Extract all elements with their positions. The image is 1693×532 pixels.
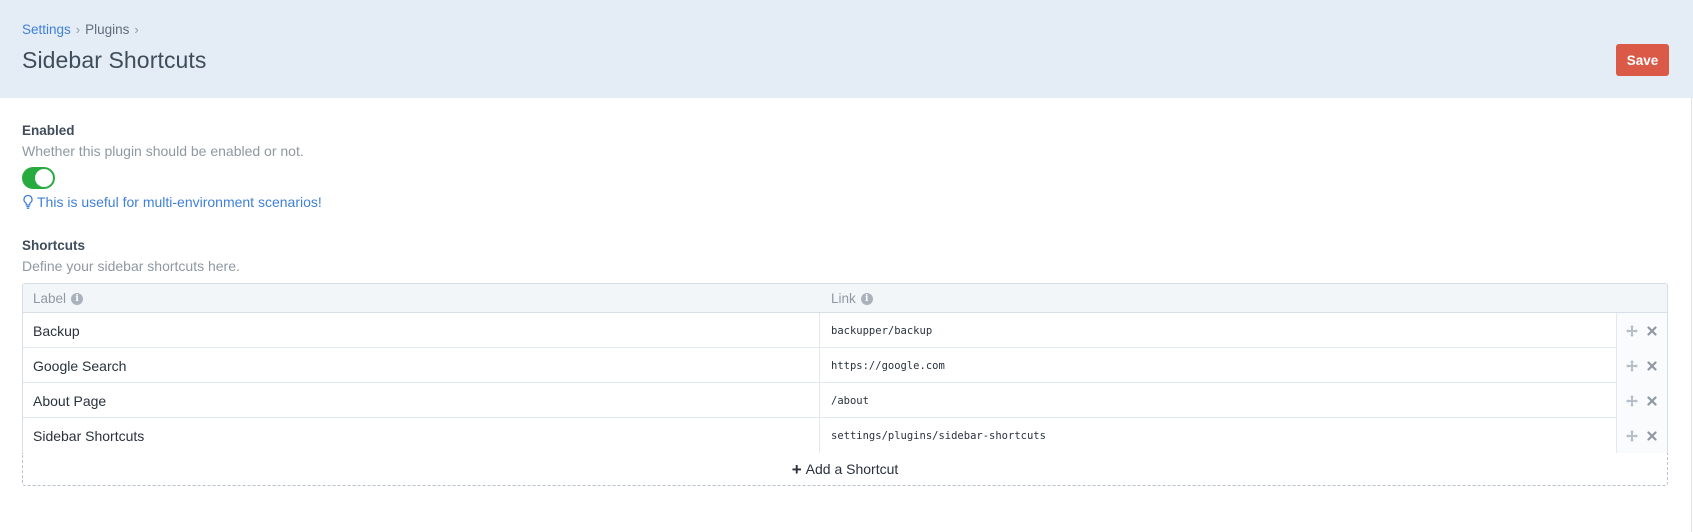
breadcrumb-plugins[interactable]: Plugins [85, 22, 129, 37]
link-cell[interactable]: /about [820, 383, 1617, 418]
link-cell[interactable]: https://google.com [820, 348, 1617, 383]
delete-icon[interactable] [1646, 430, 1658, 442]
table-row: Backup backupper/backup [23, 313, 1667, 348]
move-icon[interactable] [1626, 394, 1638, 407]
page-header: Settings › Plugins › Sidebar Shortcuts S… [0, 0, 1693, 98]
move-icon[interactable] [1626, 324, 1638, 337]
info-icon[interactable]: i [71, 292, 84, 305]
tip-text: This is useful for multi-environment sce… [37, 194, 322, 210]
delete-icon[interactable] [1646, 360, 1658, 372]
link-cell[interactable]: backupper/backup [820, 313, 1617, 348]
toggle-knob [35, 169, 53, 187]
column-header-label: Label i [33, 291, 84, 306]
add-shortcut-button[interactable]: + Add a Shortcut [22, 453, 1668, 486]
info-icon[interactable]: i [860, 292, 873, 305]
column-header-label-text: Label [33, 291, 67, 306]
row-actions [1617, 348, 1667, 383]
enabled-label: Enabled [22, 123, 75, 138]
table-header: Label i Link i [23, 284, 1667, 313]
column-header-link-text: Link [831, 291, 856, 306]
shortcuts-label: Shortcuts [22, 238, 86, 253]
shortcuts-instructions: Define your sidebar shortcuts here. [22, 258, 240, 274]
plus-icon: + [791, 459, 802, 479]
label-cell[interactable]: About Page [23, 383, 820, 418]
link-cell[interactable]: settings/plugins/sidebar-shortcuts [820, 418, 1617, 453]
table-row: About Page /about [23, 383, 1667, 418]
lightbulb-icon [23, 194, 33, 209]
row-actions [1617, 383, 1667, 418]
column-header-link: Link i [831, 291, 873, 306]
delete-icon[interactable] [1646, 395, 1658, 407]
label-cell[interactable]: Backup [23, 313, 820, 348]
delete-icon[interactable] [1646, 325, 1658, 337]
table-row: Google Search https://google.com [23, 348, 1667, 383]
enabled-tip: This is useful for multi-environment sce… [22, 194, 322, 210]
breadcrumb-separator: › [75, 22, 81, 37]
move-icon[interactable] [1626, 429, 1638, 442]
content-border [1691, 98, 1692, 532]
move-icon[interactable] [1626, 359, 1638, 372]
breadcrumb: Settings › Plugins › [22, 22, 144, 37]
add-shortcut-label: Add a Shortcut [805, 461, 899, 477]
label-cell[interactable]: Sidebar Shortcuts [23, 418, 820, 453]
save-button[interactable]: Save [1616, 44, 1669, 76]
page-title: Sidebar Shortcuts [22, 47, 207, 73]
shortcuts-table: Label i Link i Backup backupper/backup G… [22, 283, 1668, 454]
row-actions [1617, 313, 1667, 348]
breadcrumb-separator: › [134, 22, 139, 37]
label-cell[interactable]: Google Search [23, 348, 820, 383]
enabled-toggle[interactable] [22, 167, 55, 189]
breadcrumb-settings[interactable]: Settings [22, 22, 71, 37]
row-actions [1617, 418, 1667, 453]
enabled-instructions: Whether this plugin should be enabled or… [22, 143, 304, 159]
table-row: Sidebar Shortcuts settings/plugins/sideb… [23, 418, 1667, 453]
